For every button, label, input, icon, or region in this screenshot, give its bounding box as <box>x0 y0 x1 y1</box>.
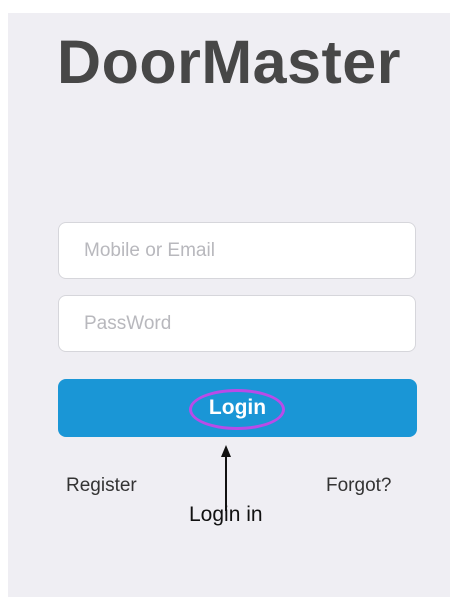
annotation-label: Login in <box>189 503 263 526</box>
app-title: DoorMaster <box>57 28 401 96</box>
forgot-password-link[interactable]: Forgot? <box>326 474 391 498</box>
login-button[interactable]: Login <box>58 379 417 437</box>
password-input[interactable] <box>58 295 416 352</box>
mobile-or-email-input[interactable] <box>58 222 416 279</box>
register-link[interactable]: Register <box>66 474 137 498</box>
app-screen: DoorMaster Login Register Forgot? Login … <box>8 13 450 597</box>
